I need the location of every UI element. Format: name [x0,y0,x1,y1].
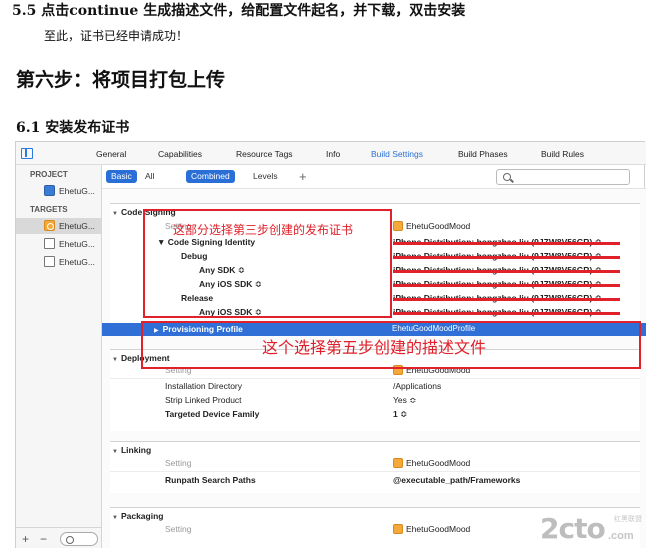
target-name: EhetuGoodMood [406,524,471,534]
sidebar-target-label: EhetuG... [59,257,95,267]
folder-icon [44,238,55,249]
editor-tab-bar: General Capabilities Resource Tags Info … [16,142,646,165]
setting-column-label: Setting [165,458,192,468]
sidebar-target-item[interactable]: EhetuG... [16,254,101,270]
tab-build-settings[interactable]: Build Settings [371,149,423,159]
targets-header: TARGETS [30,205,68,214]
sidebar-project-item[interactable]: EhetuG... [16,183,101,199]
tab-info[interactable]: Info [326,149,340,159]
sidebar-target-item[interactable]: EhetuG... [16,218,101,234]
site-watermark-domain: .com [608,530,634,542]
redaction-strike [393,284,620,287]
navigator-toggle-icon[interactable] [21,148,33,159]
linking-section: Linking Setting EhetuGoodMood Runpath Se… [110,441,640,493]
settings-search-field[interactable] [496,169,630,185]
remove-target-button[interactable]: − [40,532,47,546]
project-icon [44,185,55,196]
app-target-icon [393,221,403,231]
setting-column-label: Setting [165,524,192,534]
sidebar-filter-field[interactable] [60,532,98,546]
target-name: EhetuGoodMood [406,458,471,468]
strip-linked-product-key[interactable]: Strip Linked Product [165,395,242,405]
sidebar-project-label: EhetuG... [59,186,95,196]
packaging-title[interactable]: Packaging [112,511,164,521]
site-watermark: 2cto [540,512,606,545]
installation-directory-key[interactable]: Installation Directory [165,381,242,391]
app-target-icon [393,524,403,534]
settings-scope-bar: Basic All Combined Levels + [102,165,646,189]
linking-title[interactable]: Linking [112,445,151,455]
project-header: PROJECT [30,170,68,179]
combined-view-button[interactable]: Combined [186,170,235,183]
tab-build-phases[interactable]: Build Phases [458,149,508,159]
app-target-icon [393,458,403,468]
tab-resource-tags[interactable]: Resource Tags [236,149,293,159]
redaction-strike [393,256,620,259]
row-divider [110,471,640,472]
target-name: EhetuGoodMood [406,221,471,231]
site-watermark-sub: 红黑联盟 [614,516,642,523]
redaction-strike [393,270,620,273]
target-column-label: EhetuGoodMood [393,458,470,468]
search-icon [503,173,511,181]
app-target-icon [44,220,55,231]
targeted-device-family-value[interactable]: 1 ≎ [393,409,407,420]
targeted-device-family-key[interactable]: Targeted Device Family [165,409,259,419]
certificate-annotation-text: 这部分选择第三步创建的发布证书 [173,223,354,237]
step-6-heading: 第六步：将项目打包上传 [16,69,226,91]
runpath-search-paths-value[interactable]: @executable_path/Frameworks [393,475,520,485]
target-column-label: EhetuGoodMood [393,524,470,534]
sidebar-target-item[interactable]: EhetuG... [16,236,101,252]
sidebar-footer: + − [16,527,101,548]
runpath-search-paths-key[interactable]: Runpath Search Paths [165,475,256,485]
add-target-button[interactable]: + [22,532,29,546]
step-5-5-heading: 5.5 点击continue 生成描述文件，给配置文件起名，并下载，双击安装 [12,3,466,19]
tab-capabilities[interactable]: Capabilities [158,149,202,159]
sidebar-target-label: EhetuG... [59,221,95,231]
sidebar-target-label: EhetuG... [59,239,95,249]
profile-annotation-text: 这个选择第五步创建的描述文件 [262,338,487,357]
add-setting-button[interactable]: + [299,169,307,184]
target-column-label: EhetuGoodMood [393,221,470,231]
all-filter-button[interactable]: All [140,170,159,183]
strip-linked-product-value[interactable]: Yes ≎ [393,395,416,406]
success-text: 至此，证书已经申请成功！ [44,29,189,43]
project-target-sidebar: PROJECT EhetuG... TARGETS EhetuG... Ehet… [16,165,102,548]
row-divider [110,378,640,379]
tab-build-rules[interactable]: Build Rules [541,149,584,159]
redaction-strike [393,298,620,301]
step-6-1-heading: 6.1 安装发布证书 [16,120,130,136]
basic-filter-button[interactable]: Basic [106,170,137,183]
redaction-strike [393,312,620,315]
redaction-strike [393,242,620,245]
levels-view-button[interactable]: Levels [248,170,283,183]
tab-general[interactable]: General [96,149,126,159]
installation-directory-value[interactable]: /Applications [393,381,441,391]
folder-icon [44,256,55,267]
